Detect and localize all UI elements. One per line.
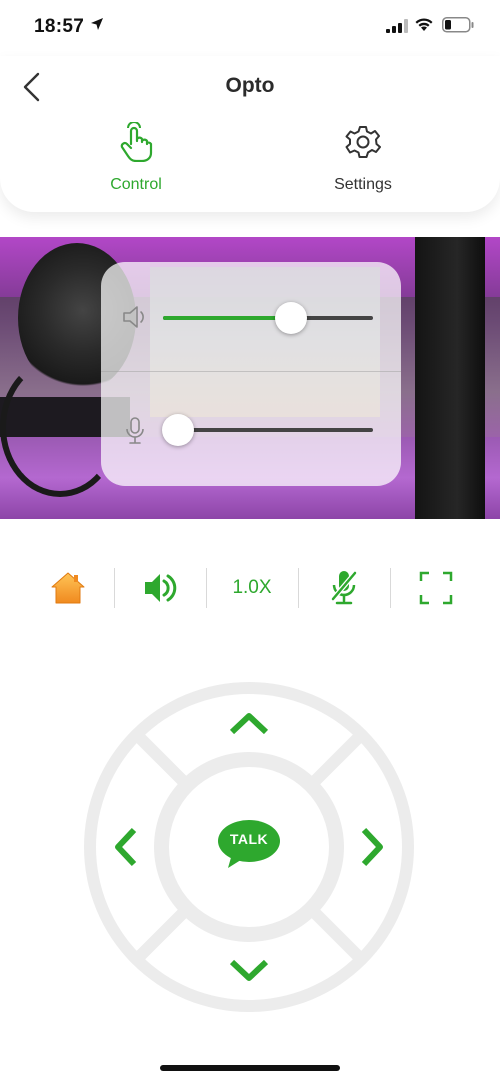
microphone-icon xyxy=(126,417,144,444)
gear-icon xyxy=(345,126,381,158)
cellular-signal-icon xyxy=(386,19,408,33)
speaker-icon xyxy=(145,574,177,602)
tab-label-settings: Settings xyxy=(334,176,392,193)
speaker-volume-fill xyxy=(163,316,291,320)
fullscreen-button[interactable] xyxy=(390,566,482,610)
video-chair-leg xyxy=(415,237,485,519)
home-button[interactable] xyxy=(22,566,114,610)
talk-label: TALK xyxy=(229,831,269,847)
panel-divider xyxy=(101,371,401,372)
speaker-toggle-button[interactable] xyxy=(114,566,206,610)
control-toolbar: 1.0X xyxy=(22,566,482,610)
page-title: Opto xyxy=(225,74,275,97)
location-arrow-icon xyxy=(91,18,103,30)
touch-hand-icon xyxy=(120,122,153,162)
tab-control[interactable]: Control xyxy=(66,122,206,194)
fullscreen-icon xyxy=(419,571,453,605)
battery-icon xyxy=(442,17,474,33)
talk-button[interactable]: TALK xyxy=(218,820,282,874)
mic-volume-thumb[interactable] xyxy=(162,414,194,446)
status-bar: 18:57 xyxy=(0,0,500,56)
zoom-label: 1.0X xyxy=(232,577,272,598)
header: Opto Control Settings xyxy=(0,56,500,212)
mic-muted-icon xyxy=(330,570,358,605)
zoom-button[interactable]: 1.0X xyxy=(206,566,298,610)
tab-label-control: Control xyxy=(110,176,162,193)
speaker-volume-icon xyxy=(123,306,144,328)
tab-settings[interactable]: Settings xyxy=(293,122,433,194)
home-indicator xyxy=(160,1065,340,1071)
speaker-volume-thumb[interactable] xyxy=(275,302,307,334)
chat-bubble-icon xyxy=(218,820,280,868)
direction-pad: TALK xyxy=(82,680,416,1014)
mic-volume-slider[interactable] xyxy=(162,414,373,446)
status-time: 18:57 xyxy=(34,16,85,37)
audio-control-panel xyxy=(101,262,401,486)
speaker-volume-slider[interactable] xyxy=(163,302,373,334)
wifi-icon xyxy=(415,18,433,31)
mic-toggle-button[interactable] xyxy=(298,566,390,610)
home-icon xyxy=(51,572,85,604)
